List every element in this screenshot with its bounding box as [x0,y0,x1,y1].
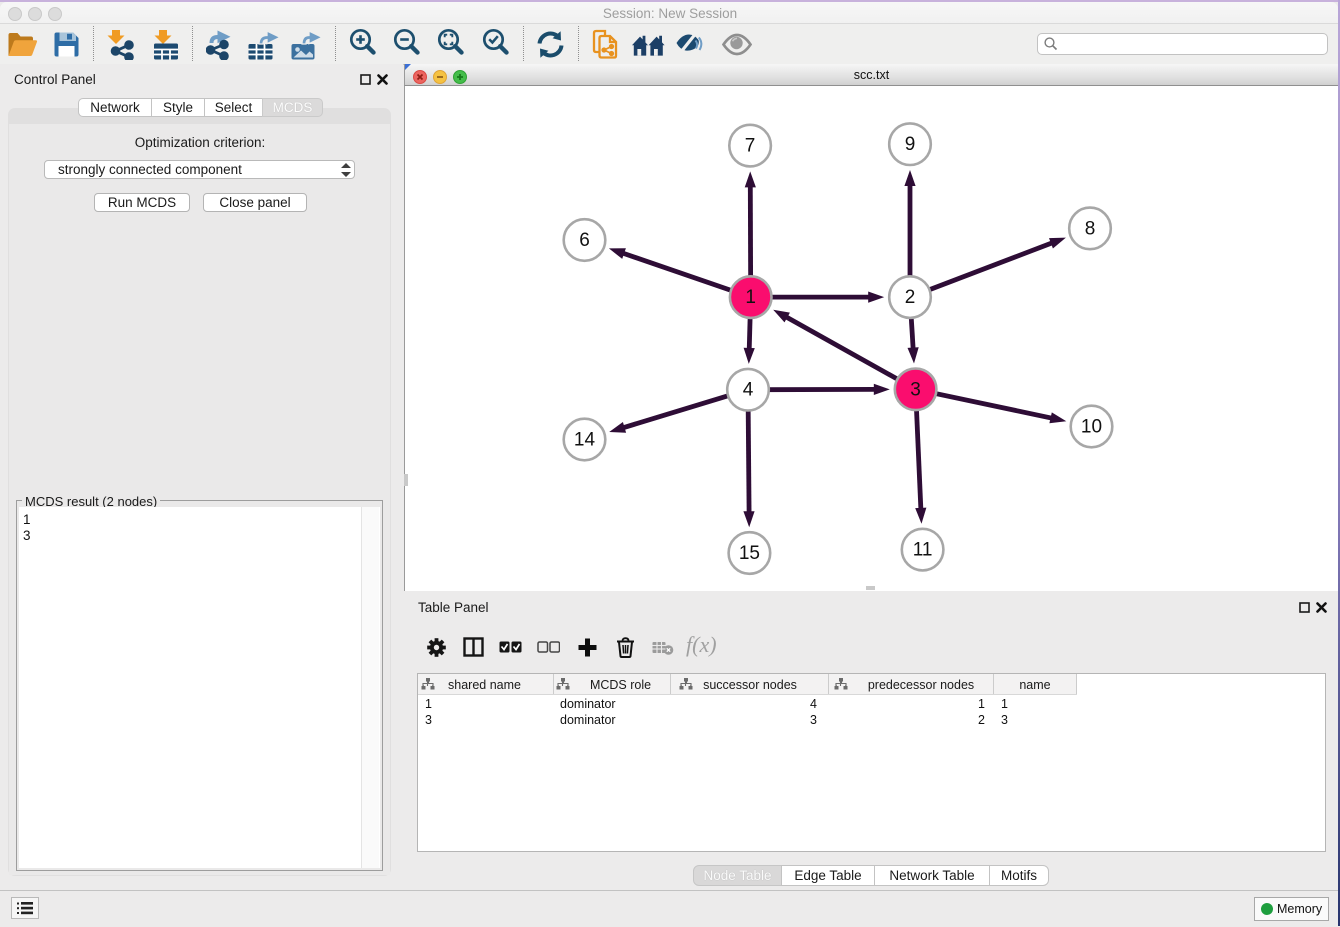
svg-text:11: 11 [913,540,933,561]
svg-text:14: 14 [574,430,596,451]
svg-text:6: 6 [579,230,590,251]
svg-text:15: 15 [739,543,760,564]
svg-text:9: 9 [905,134,916,155]
svg-text:10: 10 [1081,417,1102,438]
svg-text:8: 8 [1085,218,1096,239]
svg-text:3: 3 [910,379,921,400]
svg-text:1: 1 [745,287,756,308]
svg-text:4: 4 [743,380,754,401]
svg-text:2: 2 [905,287,916,308]
svg-text:7: 7 [745,136,756,157]
